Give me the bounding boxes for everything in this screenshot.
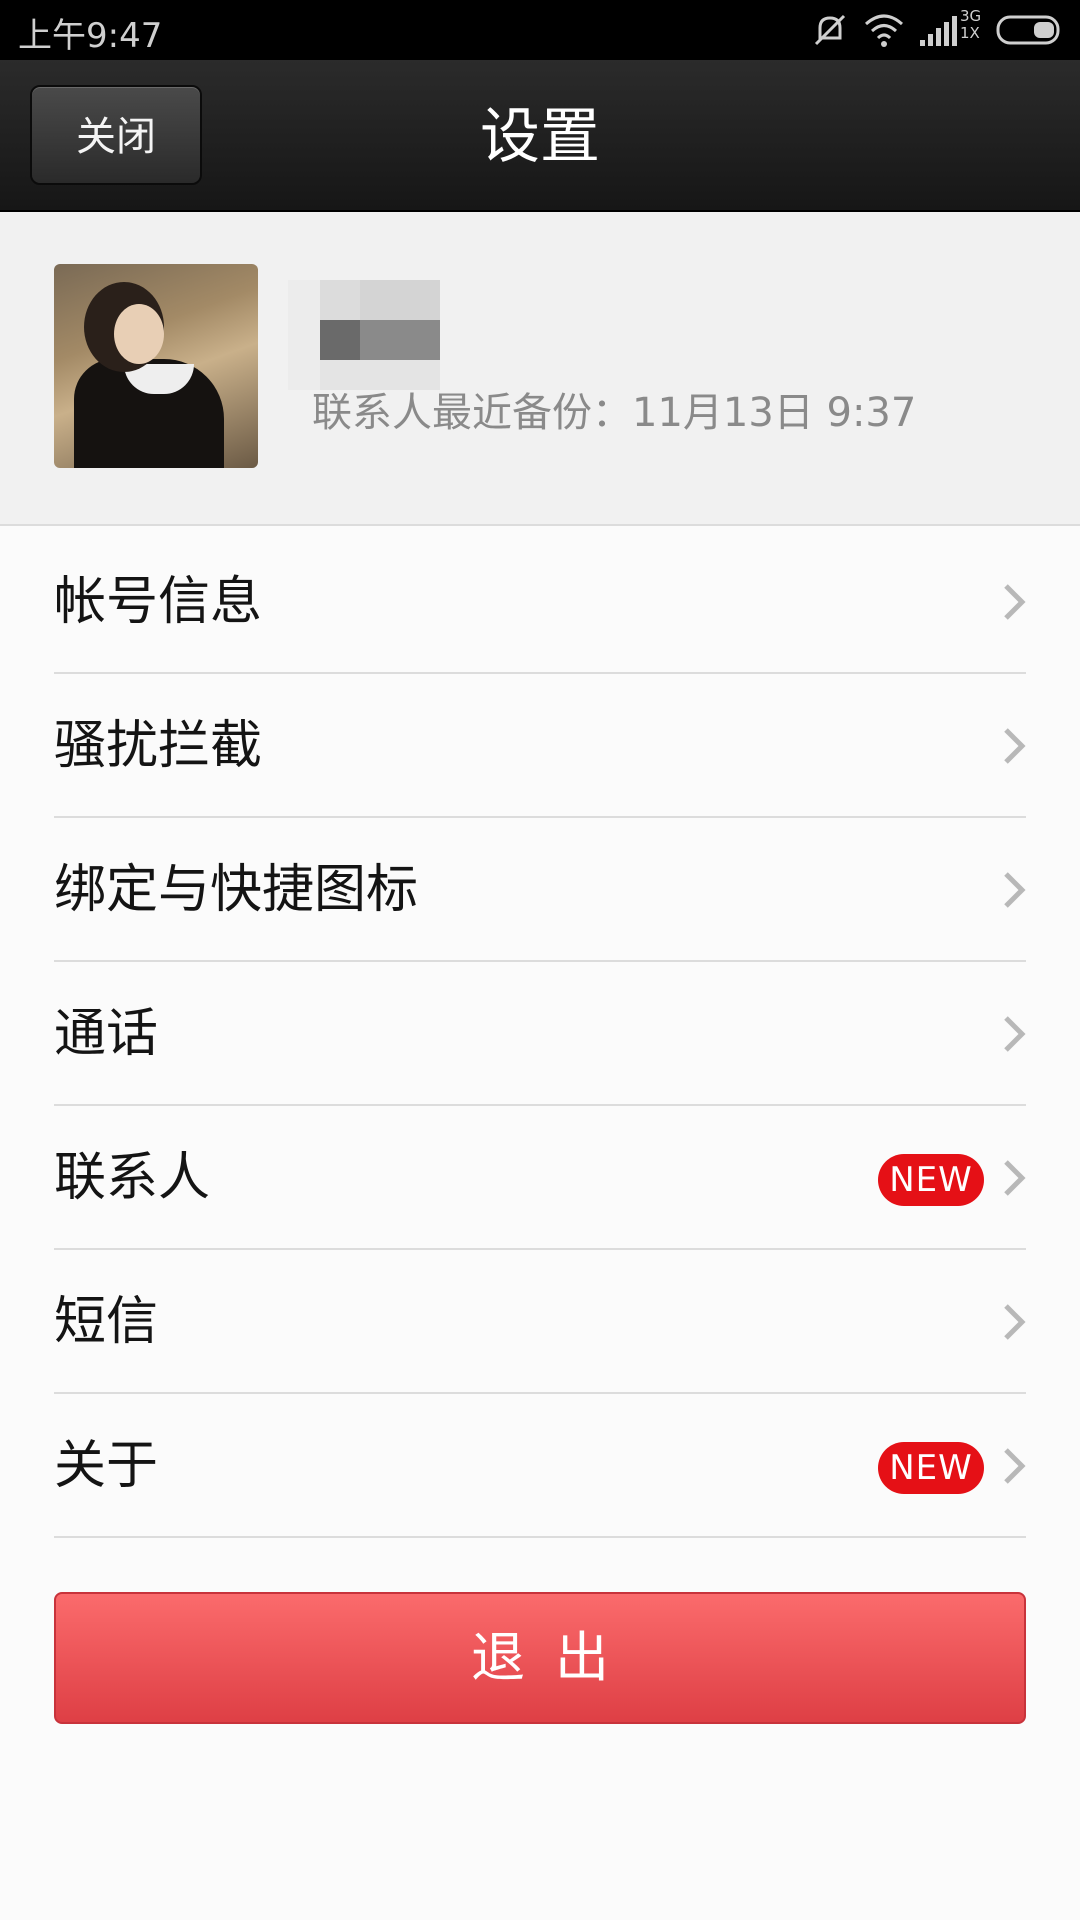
chevron-right-icon	[1004, 1304, 1026, 1340]
new-badge: NEW	[878, 1154, 984, 1206]
menu-item-label: 帐号信息	[54, 572, 263, 632]
menu-item-label: 骚扰拦截	[54, 716, 263, 776]
status-icons: 3G 1X	[810, 8, 1070, 50]
settings-menu: 帐号信息 骚扰拦截 绑定与快捷图标 通话 联系人 NEW 短信 关于 NEW	[0, 530, 1080, 1538]
mute-icon	[814, 14, 846, 46]
menu-item-binding-shortcuts[interactable]: 绑定与快捷图标	[54, 818, 1026, 962]
avatar-face-shape	[114, 304, 164, 364]
menu-item-contacts[interactable]: 联系人 NEW	[54, 1106, 1026, 1250]
network-type-bottom: 1X	[960, 24, 980, 42]
blurred-account-name	[288, 280, 440, 390]
menu-item-label: 关于	[54, 1436, 159, 1496]
network-type-top: 3G	[960, 7, 982, 25]
menu-item-label: 通话	[54, 1004, 159, 1064]
status-bar: 上午9:47 3G 1X	[0, 0, 1080, 60]
menu-item-label: 绑定与快捷图标	[54, 860, 419, 920]
menu-item-calls[interactable]: 通话	[54, 962, 1026, 1106]
chevron-right-icon	[1004, 872, 1026, 908]
chevron-right-icon	[1004, 584, 1026, 620]
wifi-icon	[865, 14, 903, 47]
signal-icon	[920, 16, 957, 46]
page-title: 设置	[480, 102, 600, 172]
backup-status-text: 联系人最近备份：11月13日 9:37	[312, 390, 917, 436]
status-time: 上午9:47	[18, 16, 163, 56]
chevron-right-icon	[1004, 728, 1026, 764]
avatar[interactable]	[54, 264, 258, 468]
chevron-right-icon	[1004, 1016, 1026, 1052]
title-bar: 关闭 设置	[0, 60, 1080, 212]
logout-button[interactable]: 退出	[54, 1592, 1026, 1724]
battery-icon	[996, 15, 1060, 45]
chevron-right-icon	[1004, 1160, 1026, 1196]
menu-item-about[interactable]: 关于 NEW	[54, 1394, 1026, 1538]
menu-item-account-info[interactable]: 帐号信息	[54, 530, 1026, 674]
menu-item-harassment-block[interactable]: 骚扰拦截	[54, 674, 1026, 818]
menu-item-label: 联系人	[54, 1148, 211, 1208]
network-type: 3G 1X	[960, 8, 981, 42]
menu-item-label: 短信	[54, 1292, 159, 1352]
menu-item-sms[interactable]: 短信	[54, 1250, 1026, 1394]
chevron-right-icon	[1004, 1448, 1026, 1484]
profile-section[interactable]: 联系人最近备份：11月13日 9:37	[0, 212, 1080, 526]
new-badge: NEW	[878, 1442, 984, 1494]
